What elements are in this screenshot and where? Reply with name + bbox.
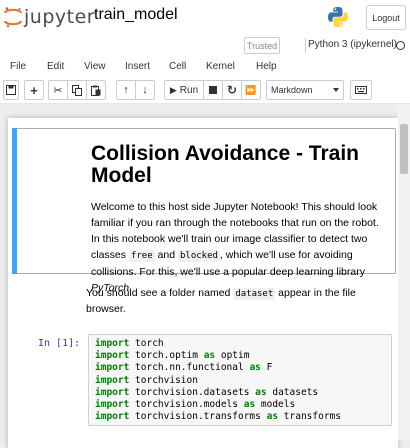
inline-code-blocked: blocked [178,250,220,262]
run-button[interactable]: ▶ Run [164,80,204,100]
menu-kernel[interactable]: Kernel [206,61,235,72]
scrollbar-thumb[interactable] [400,124,408,174]
menu-insert[interactable]: Insert [125,61,150,72]
code-line: import torchvision.models as models [95,399,296,411]
jupyter-logo[interactable]: jupyter [4,5,95,29]
markdown-heading: Collision Avoidance - Train Model [91,142,359,187]
selected-cell-indicator [12,128,17,274]
menu-bar: File Edit View Insert Cell Kernel Help [0,58,410,78]
code-line: import torch [95,338,164,349]
plus-icon: + [30,82,38,98]
move-down-button[interactable]: ↓ [135,80,155,100]
keyboard-icon [355,86,367,94]
notebook-toolbar: + ✂ ↑ ↓ ▶ Run ↻ ⏩ Markdown [0,78,410,104]
menu-help[interactable]: Help [256,61,277,72]
code-line: import torch.nn.functional as F [95,362,273,374]
restart-run-all-button[interactable]: ⏩ [241,80,261,100]
chevron-down-icon [333,88,339,92]
notebook-name[interactable]: train_model [94,6,178,24]
menu-cell[interactable]: Cell [169,61,186,72]
jupyter-logo-text: jupyter [24,6,96,28]
markdown-content: Collision Avoidance - Train Model Welcom… [91,143,387,296]
input-prompt: In [1]: [38,338,81,349]
run-icon: ▶ [169,84,177,95]
copy-icon [72,84,82,96]
markdown-cell-selected[interactable]: Collision Avoidance - Train Model Welcom… [12,128,396,294]
paste-icon [91,85,101,96]
code-line: import torch.optim as optim [95,350,250,362]
notebook-area: Collision Avoidance - Train Model Welcom… [0,104,398,448]
copy-button[interactable] [67,80,87,100]
paste-button[interactable] [86,80,106,100]
inline-code-dataset: dataset [233,288,276,300]
interrupt-button[interactable] [203,80,223,100]
logout-button[interactable]: Logout [366,5,406,30]
kernel-status-icon [396,41,405,50]
arrow-up-icon: ↑ [123,84,129,96]
command-palette-button[interactable] [350,80,372,100]
code-line: import torchvision.datasets as datasets [95,386,319,398]
notebook-page: Collision Avoidance - Train Model Welcom… [8,118,398,448]
cut-button[interactable]: ✂ [48,80,68,100]
save-icon [6,85,16,95]
scissors-icon: ✂ [53,84,63,97]
markdown-paragraph: Welcome to this host side Jupyter Notebo… [91,199,387,296]
run-label: Run [179,84,199,96]
jupyter-logo-icon [4,7,22,28]
save-button[interactable] [3,80,19,100]
word-and: and [157,249,176,261]
dataset-instruction: You should see a folder named dataset ap… [86,286,386,317]
restart-icon: ↻ [226,83,238,97]
restart-button[interactable]: ↻ [222,80,242,100]
kernel-separator [305,38,306,53]
insert-cell-button[interactable]: + [24,80,44,100]
trusted-indicator[interactable]: Trusted [244,37,280,54]
cell-type-value: Markdown [271,85,313,95]
arrow-down-icon: ↓ [142,84,148,96]
stop-icon [209,86,217,94]
code-cell-input[interactable]: import torch import torch.optim as optim… [88,334,392,426]
code-line: import torchvision.transforms as transfo… [95,411,341,423]
menu-edit[interactable]: Edit [47,61,64,72]
inline-code-free: free [128,250,155,262]
move-up-button[interactable]: ↑ [116,80,136,100]
code-line: import torchvision [95,374,198,386]
dataset-text-1: You should see a folder named [86,287,231,299]
kernel-name[interactable]: Python 3 (ipykernel) [308,39,397,50]
kernel-indicator-row: Trusted Python 3 (ipykernel) [0,34,410,58]
menu-view[interactable]: View [84,61,106,72]
python-logo-icon [328,7,348,27]
fast-forward-icon: ⏩ [245,84,257,95]
cell-type-select[interactable]: Markdown [266,80,344,100]
notebook-header: jupyter train_model Logout [0,0,410,34]
vertical-scrollbar[interactable] [398,104,410,440]
menu-file[interactable]: File [10,61,26,72]
